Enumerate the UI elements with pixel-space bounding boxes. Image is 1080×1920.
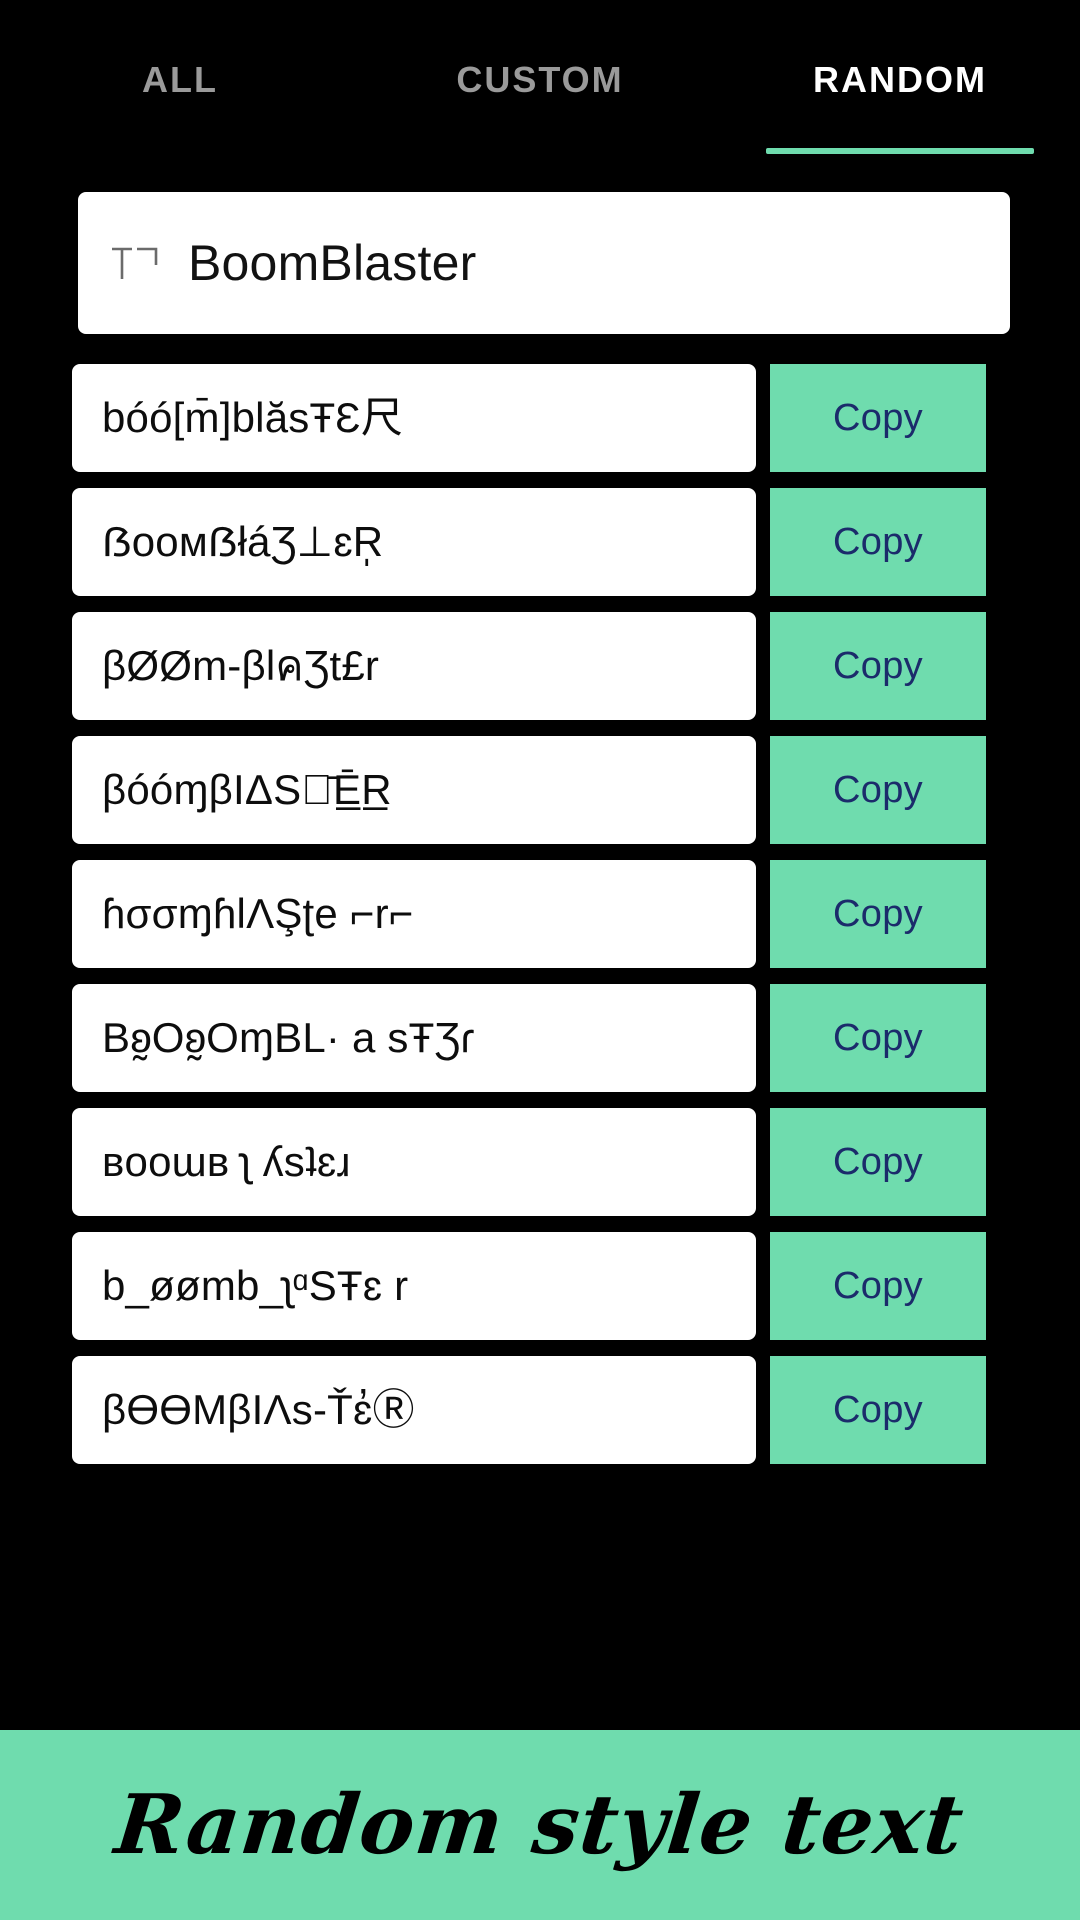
style-card[interactable]: ʙooɯʙ ʅ ʎsʇɛɹ	[72, 1108, 756, 1216]
style-text: ẞooмẞłáƷ⊥ɛR̩	[102, 517, 384, 565]
banner-divider	[0, 1706, 1080, 1730]
tab-custom-underline	[406, 148, 674, 154]
copy-button-label: Copy	[833, 1388, 923, 1431]
style-text: Bʚ̰Oʚ̰OɱBL· a sŦƷɾ	[102, 1013, 475, 1061]
copy-button[interactable]: Copy	[770, 860, 986, 968]
copy-button-label: Copy	[833, 1016, 923, 1059]
copy-button[interactable]: Copy	[770, 736, 986, 844]
tab-random-underline	[766, 148, 1034, 154]
copy-button[interactable]: Copy	[770, 984, 986, 1092]
style-card[interactable]: βƟƟMβΙΛs-Ťɛ̓Ⓡ	[72, 1356, 756, 1464]
style-card[interactable]: b_øømb_ʅᵅSŦɛ r	[72, 1232, 756, 1340]
style-card[interactable]: ẞooмẞłáƷ⊥ɛR̩	[72, 488, 756, 596]
style-list: bóó[m̄]blăsŦƐ尺 Copy ẞooмẞłáƷ⊥ɛR̩ Copy βØ…	[0, 364, 1080, 1464]
copy-button[interactable]: Copy	[770, 612, 986, 720]
copy-button-label: Copy	[833, 768, 923, 811]
style-text: ʙooɯʙ ʅ ʎsʇɛɹ	[102, 1137, 351, 1185]
copy-button-label: Copy	[833, 520, 923, 563]
copy-button-label: Copy	[833, 644, 923, 687]
list-item: ʙooɯʙ ʅ ʎsʇɛɹ Copy	[72, 1108, 1080, 1216]
style-text: βƟƟMβΙΛs-Ťɛ̓Ⓡ	[102, 1385, 415, 1433]
style-card[interactable]: bóó[m̄]blăsŦƐ尺	[72, 364, 756, 472]
copy-button[interactable]: Copy	[770, 1356, 986, 1464]
tab-random-label: RANDOM	[813, 59, 987, 100]
list-item: βóóɱβΙΔSส̄Ē̲R̲ Copy	[72, 736, 1080, 844]
copy-button-label: Copy	[833, 396, 923, 439]
copy-button[interactable]: Copy	[770, 1232, 986, 1340]
bottom-banner[interactable]: Random style text	[0, 1730, 1080, 1920]
style-card[interactable]: βóóɱβΙΔSส̄Ē̲R̲	[72, 736, 756, 844]
app-screen: ALL CUSTOM RANDOM BoomBlaster bóó[m̄]blă…	[0, 0, 1080, 1920]
style-text: ɦσσɱɦlΛŞʈe ⌐r⌐	[102, 889, 414, 937]
list-item: βØØm-βlคƷt£r Copy	[72, 612, 1080, 720]
style-text: βØØm-βlคƷt£r	[102, 641, 380, 689]
list-item: b_øømb_ʅᵅSŦɛ r Copy	[72, 1232, 1080, 1340]
text-input-field[interactable]: BoomBlaster	[78, 192, 1010, 334]
style-card[interactable]: ɦσσɱɦlΛŞʈe ⌐r⌐	[72, 860, 756, 968]
list-item: βƟƟMβΙΛs-Ťɛ̓Ⓡ Copy	[72, 1356, 1080, 1464]
style-card[interactable]: Bʚ̰Oʚ̰OɱBL· a sŦƷɾ	[72, 984, 756, 1092]
list-item: Bʚ̰Oʚ̰OɱBL· a sŦƷɾ Copy	[72, 984, 1080, 1092]
bottom-banner-label: Random style text	[111, 1777, 969, 1873]
tab-all-label: ALL	[142, 59, 218, 100]
copy-button-label: Copy	[833, 892, 923, 935]
list-item: bóó[m̄]blăsŦƐ尺 Copy	[72, 364, 1080, 472]
list-item: ẞooмẞłáƷ⊥ɛR̩ Copy	[72, 488, 1080, 596]
text-format-icon	[106, 235, 162, 291]
text-input-value: BoomBlaster	[188, 235, 477, 291]
list-item: ɦσσɱɦlΛŞʈe ⌐r⌐ Copy	[72, 860, 1080, 968]
style-text: b_øømb_ʅᵅSŦɛ r	[102, 1261, 409, 1309]
tab-random[interactable]: RANDOM	[720, 40, 1080, 160]
copy-button[interactable]: Copy	[770, 488, 986, 596]
style-text: βóóɱβΙΔSส̄Ē̲R̲	[102, 765, 392, 813]
tab-bar: ALL CUSTOM RANDOM	[0, 0, 1080, 160]
style-card[interactable]: βØØm-βlคƷt£r	[72, 612, 756, 720]
style-text: bóó[m̄]blăsŦƐ尺	[102, 393, 404, 441]
copy-button-label: Copy	[833, 1264, 923, 1307]
tab-custom-label: CUSTOM	[456, 59, 624, 100]
tab-all[interactable]: ALL	[0, 40, 360, 160]
copy-button[interactable]: Copy	[770, 364, 986, 472]
tab-all-underline	[46, 148, 314, 154]
copy-button[interactable]: Copy	[770, 1108, 986, 1216]
copy-button-label: Copy	[833, 1140, 923, 1183]
tab-custom[interactable]: CUSTOM	[360, 40, 720, 160]
